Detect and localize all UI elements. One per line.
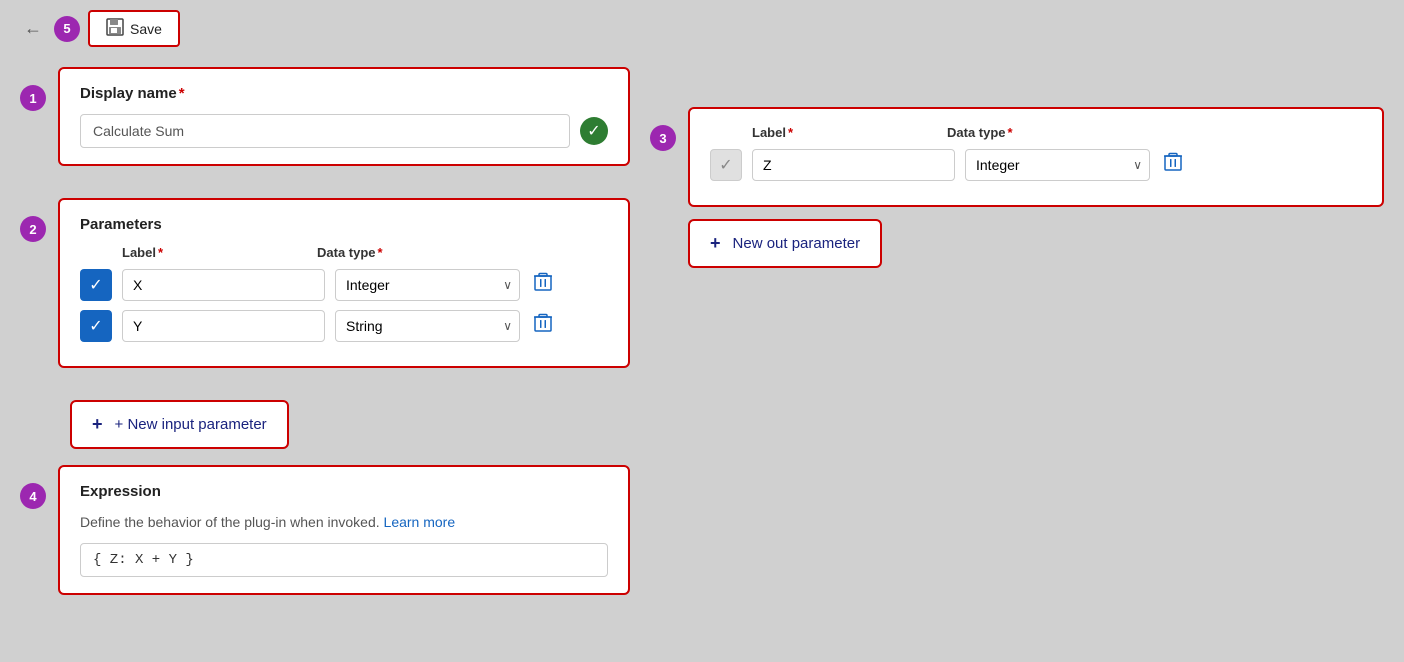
expression-value[interactable]: { Z: X + Y } bbox=[80, 543, 608, 577]
expression-card: Expression Define the behavior of the pl… bbox=[58, 465, 630, 595]
new-out-param-wrapper: + New out parameter bbox=[688, 219, 1384, 268]
param-header-row: Label* Data type* bbox=[80, 245, 608, 260]
new-input-param-label: + New input parameter bbox=[111, 416, 267, 433]
param-label-input-x[interactable] bbox=[122, 269, 325, 301]
new-input-param-wrapper: + + New input parameter bbox=[20, 400, 630, 449]
param-type-select-y[interactable]: Integer String Boolean Float bbox=[335, 310, 520, 342]
out-type-col-header: Data type* bbox=[947, 125, 1122, 140]
save-button[interactable]: Save bbox=[88, 10, 180, 47]
param-type-select-x[interactable]: Integer String Boolean Float bbox=[335, 269, 520, 301]
new-input-param-button[interactable]: + + New input parameter bbox=[70, 400, 289, 449]
expression-card-inner: Expression Define the behavior of the pl… bbox=[58, 465, 630, 595]
param-type-wrapper-x: Integer String Boolean Float ∨ bbox=[335, 269, 520, 301]
delete-param-y-button[interactable] bbox=[530, 309, 556, 342]
left-column: 1 Display name* ✓ 2 bbox=[20, 67, 630, 611]
checkbox-x[interactable]: ✓ bbox=[80, 269, 112, 301]
display-name-card: Display name* ✓ bbox=[58, 67, 630, 166]
step-4-badge: 4 bbox=[20, 483, 46, 509]
toolbar: ← 5 Save bbox=[0, 0, 1404, 57]
out-param-row-z: ✓ Integer String Boolean Float ∨ bbox=[710, 148, 1362, 181]
param-row-y: ✓ Integer String Boolean Float ∨ bbox=[80, 309, 608, 342]
back-button[interactable]: ← bbox=[20, 14, 46, 43]
new-out-param-label: New out parameter bbox=[729, 235, 861, 252]
display-name-input[interactable] bbox=[80, 114, 570, 148]
out-label-col-header: Label* bbox=[752, 125, 927, 140]
step-5-badge: 5 bbox=[54, 16, 80, 42]
parameters-card: Parameters Label* Data type* ✓ bbox=[58, 198, 630, 368]
expression-title: Expression bbox=[80, 483, 608, 500]
display-name-card-inner: Display name* ✓ bbox=[58, 67, 630, 166]
step-1-badge: 1 bbox=[20, 85, 46, 111]
out-parameters-content: Label* Data type* ✓ Integer bbox=[688, 107, 1384, 268]
delete-out-param-z-button[interactable] bbox=[1160, 148, 1186, 181]
trash-icon-y bbox=[534, 313, 552, 338]
learn-more-link[interactable]: Learn more bbox=[384, 514, 456, 530]
param-label-input-y[interactable] bbox=[122, 310, 325, 342]
out-param-header-row: Label* Data type* bbox=[710, 125, 1362, 140]
parameters-card-inner: Parameters Label* Data type* ✓ bbox=[58, 198, 630, 368]
plus-icon-input: + bbox=[92, 414, 103, 435]
trash-icon-z bbox=[1164, 152, 1182, 177]
out-param-type-wrapper-z: Integer String Boolean Float ∨ bbox=[965, 149, 1150, 181]
display-name-row: ✓ bbox=[80, 114, 608, 148]
main-content: 1 Display name* ✓ 2 bbox=[0, 57, 1404, 631]
expression-section: 4 Expression Define the behavior of the … bbox=[20, 465, 630, 595]
parameters-section: 2 Parameters Label* Data type* bbox=[20, 198, 630, 368]
delete-param-x-button[interactable] bbox=[530, 268, 556, 301]
step-2-badge: 2 bbox=[20, 216, 46, 242]
required-star-display: * bbox=[179, 85, 185, 102]
checkbox-y[interactable]: ✓ bbox=[80, 310, 112, 342]
out-param-label-input-z[interactable] bbox=[752, 149, 955, 181]
valid-check-icon: ✓ bbox=[580, 117, 608, 145]
back-arrow-icon: ← bbox=[24, 18, 42, 38]
out-parameters-card: Label* Data type* ✓ Integer bbox=[688, 107, 1384, 207]
out-param-type-select-z[interactable]: Integer String Boolean Float bbox=[965, 149, 1150, 181]
save-disk-icon bbox=[106, 18, 124, 39]
display-name-section: 1 Display name* ✓ bbox=[20, 67, 630, 166]
display-name-title: Display name* bbox=[80, 85, 608, 102]
label-col-header: Label* bbox=[122, 245, 297, 260]
expression-description: Define the behavior of the plug-in when … bbox=[80, 512, 608, 533]
plus-icon-out: + bbox=[710, 233, 721, 254]
new-out-param-button[interactable]: + New out parameter bbox=[688, 219, 882, 268]
param-type-wrapper-y: Integer String Boolean Float ∨ bbox=[335, 310, 520, 342]
param-row-x: ✓ Integer String Boolean Float ∨ bbox=[80, 268, 608, 301]
out-parameters-section: 3 Label* Data type* ✓ bbox=[650, 107, 1384, 268]
trash-icon-x bbox=[534, 272, 552, 297]
checkbox-z[interactable]: ✓ bbox=[710, 149, 742, 181]
step-3-badge: 3 bbox=[650, 125, 676, 151]
right-column: 3 Label* Data type* ✓ bbox=[650, 67, 1384, 611]
save-label: Save bbox=[130, 21, 162, 37]
parameters-title: Parameters bbox=[80, 216, 608, 233]
type-col-header: Data type* bbox=[317, 245, 492, 260]
